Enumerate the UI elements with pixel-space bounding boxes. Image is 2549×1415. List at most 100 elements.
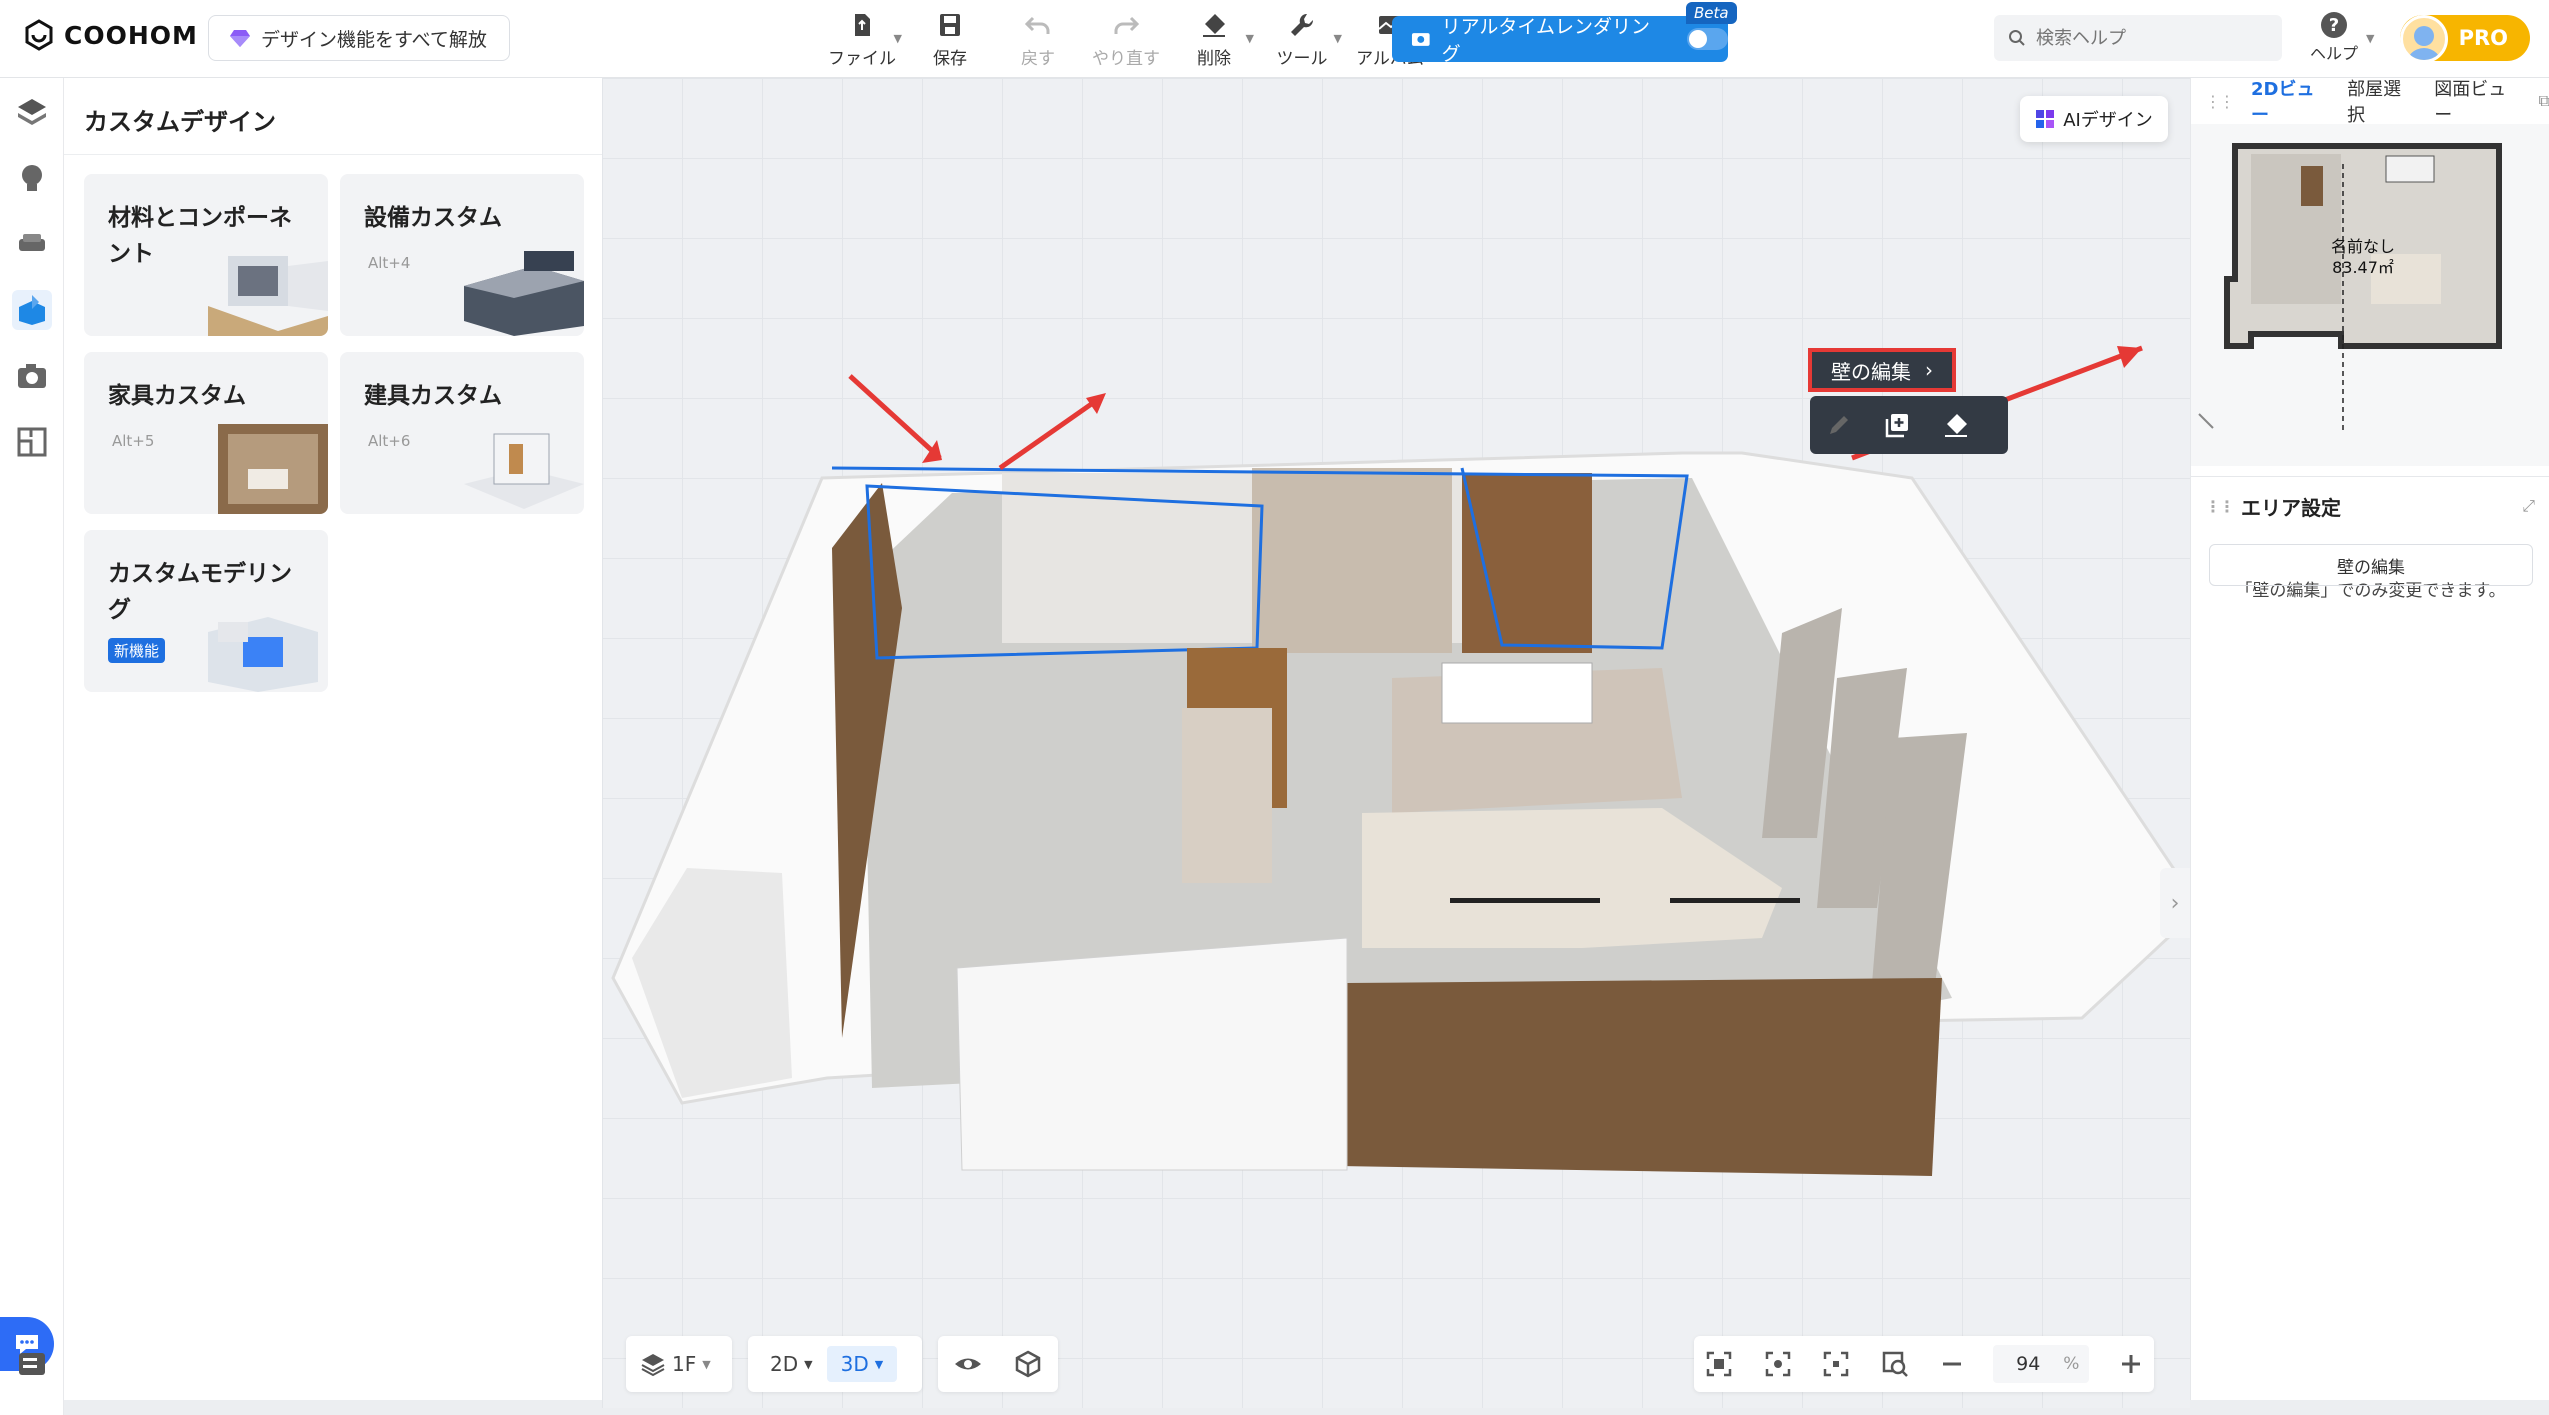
toolbar-tools-label: ツール — [1276, 49, 1328, 69]
brand-logo[interactable]: COOHOM — [22, 18, 198, 52]
zoom-in-icon[interactable] — [2118, 1351, 2144, 1377]
card-fittings-custom[interactable]: 建具カスタム Alt+6 — [340, 352, 584, 514]
zoom-controls: % — [1694, 1336, 2154, 1392]
fit-selection-icon[interactable] — [1704, 1349, 1734, 1379]
card-furniture-custom[interactable]: 家具カスタム Alt+5 — [84, 352, 328, 514]
rail-lighting[interactable] — [12, 158, 52, 198]
custom-design-icon — [19, 295, 45, 325]
eye-icon[interactable] — [953, 1349, 983, 1379]
2d-minimap[interactable]: 名前なし 83.47㎡ — [2191, 124, 2549, 466]
realtime-render-toggle[interactable] — [1686, 28, 1728, 50]
toolbar-save-label: 保存 — [933, 49, 967, 69]
coohom-logo-icon — [25, 19, 53, 51]
realtime-render-button[interactable]: リアルタイムレンダリング — [1392, 16, 1728, 65]
toolbar-tools[interactable]: ツール ▼ — [1258, 10, 1346, 69]
undo-icon — [1024, 16, 1050, 34]
chevron-down-icon: ▼ — [1333, 32, 1342, 45]
zoom-input[interactable] — [1993, 1346, 2064, 1382]
right-panel: ⋮⋮ 2Dビュー 部屋選択 図面ビュー ⧉ 名前なし 83.47㎡ ⋮⋮ エリア… — [2190, 78, 2549, 1400]
help-label: ヘルプ — [2310, 44, 2359, 63]
ai-design-label: AIデザイン — [2063, 110, 2153, 131]
left-rail — [0, 78, 64, 1415]
card-shortcut: Alt+4 — [368, 254, 411, 272]
cube-icon[interactable] — [1013, 1349, 1043, 1379]
toolbar-undo[interactable]: 戻す — [994, 10, 1082, 69]
pencil-icon[interactable] — [1824, 410, 1854, 440]
minimap-room-label: 名前なし 83.47㎡ — [2321, 236, 2405, 278]
card-title: 設備カスタム — [364, 205, 502, 231]
custom-design-panel: カスタムデザイン 材料とコンポーネント 設備カスタム Alt+4 家具カスタム … — [64, 78, 602, 1400]
wall-edit-button[interactable]: 壁の編集 — [2209, 544, 2533, 586]
3d-viewport[interactable]: AIデザイン 壁の編集 › › 1F ▼ 2D ▼ 3D ▼ % — [602, 78, 2190, 1408]
equipment-thumbnail — [464, 251, 584, 336]
panel-list-icon — [19, 1353, 45, 1375]
wall-edit-popup-button[interactable]: 壁の編集 › — [1808, 348, 1956, 392]
minimap-floorplan — [2198, 143, 2502, 434]
search-input[interactable] — [2036, 27, 2256, 49]
card-shortcut: Alt+6 — [368, 432, 411, 450]
sofa-icon — [19, 234, 45, 251]
view-2d-button[interactable]: 2D ▼ — [756, 1346, 827, 1382]
tab-drawing-view[interactable]: 図面ビュー — [2434, 75, 2520, 127]
floorplan-icon — [17, 427, 47, 457]
brand-name: COOHOM — [64, 20, 198, 50]
drag-handle-icon[interactable]: ⋮⋮ — [2205, 92, 2235, 111]
avatar[interactable] — [2400, 15, 2448, 63]
unlock-design-button[interactable]: デザイン機能をすべて解放 — [208, 15, 510, 61]
room-name: 名前なし — [2330, 237, 2395, 256]
toolbar-file[interactable]: ファイル ▼ — [818, 10, 906, 69]
help-button[interactable]: ? ヘルプ — [2310, 12, 2358, 64]
rail-settings[interactable] — [12, 1344, 52, 1384]
zoom-out-icon[interactable] — [1939, 1351, 1965, 1377]
zoom-area-icon[interactable] — [1880, 1349, 1910, 1379]
chevron-down-icon: ▼ — [1245, 32, 1254, 45]
file-icon — [855, 14, 870, 36]
chevron-down-icon: ▼ — [874, 1357, 884, 1371]
annotation-arrows — [848, 78, 1528, 471]
eraser-icon — [1203, 14, 1225, 37]
zoom-unit: % — [2063, 1354, 2080, 1374]
view-3d-button[interactable]: 3D ▼ — [826, 1346, 898, 1382]
expand-icon[interactable]: ⤢ — [2522, 496, 2535, 516]
popout-icon[interactable]: ⧉ — [2539, 91, 2549, 111]
toolbar-delete[interactable]: 削除 ▼ — [1170, 10, 1258, 69]
drag-handle-icon[interactable]: ⋮⋮ — [2205, 497, 2235, 516]
wrench-icon — [1291, 13, 1314, 36]
search-icon — [2009, 30, 2025, 46]
right-panel-collapse-button[interactable]: › — [2160, 868, 2190, 938]
top-bar: COOHOM デザイン機能をすべて解放 ファイル ▼ 保存 戻す やり直す 削除… — [0, 0, 2549, 78]
card-shortcut: Alt+5 — [112, 432, 155, 450]
toolbar-redo[interactable]: やり直す — [1082, 10, 1170, 69]
card-materials-components[interactable]: 材料とコンポーネント — [84, 174, 328, 336]
card-custom-modeling[interactable]: カスタムモデリング 新機能 — [84, 530, 328, 692]
toolbar-save[interactable]: 保存 — [906, 10, 994, 69]
tab-room-select[interactable]: 部屋選択 — [2347, 75, 2416, 127]
add-copy-icon[interactable] — [1882, 410, 1912, 440]
rail-build[interactable] — [12, 92, 52, 132]
chevron-down-icon: ▼ — [2366, 32, 2375, 45]
floor-selector[interactable]: 1F ▼ — [626, 1336, 732, 1392]
fittings-thumbnail — [464, 433, 584, 509]
card-title: 建具カスタム — [364, 383, 502, 409]
chevron-down-icon: ▼ — [893, 32, 902, 45]
card-title: 家具カスタム — [108, 383, 246, 409]
toolbar-delete-label: 削除 — [1197, 49, 1231, 69]
rail-render[interactable] — [12, 356, 52, 396]
help-search — [1994, 15, 2282, 61]
app-window: COOHOM デザイン機能をすべて解放 ファイル ▼ 保存 戻す やり直す 削除… — [0, 0, 2549, 1415]
fullscreen-icon[interactable] — [1821, 1349, 1851, 1379]
area-settings-title: エリア設定 — [2241, 496, 2341, 520]
gem-icon — [230, 30, 250, 47]
fit-view-icon[interactable] — [1763, 1349, 1793, 1379]
ai-design-button[interactable]: AIデザイン — [2020, 96, 2168, 142]
layers-icon — [641, 1354, 665, 1377]
eraser-icon[interactable] — [1940, 410, 1970, 440]
tab-2d-view[interactable]: 2Dビュー — [2251, 75, 2329, 127]
toolbar-undo-label: 戻す — [1021, 49, 1055, 69]
ai-icon — [2036, 110, 2055, 128]
card-equipment-custom[interactable]: 設備カスタム Alt+4 — [340, 174, 584, 336]
rail-floorplan[interactable] — [12, 422, 52, 462]
section-divider — [2191, 476, 2549, 477]
rail-furniture[interactable] — [12, 224, 52, 264]
rail-custom-design[interactable] — [12, 290, 52, 330]
